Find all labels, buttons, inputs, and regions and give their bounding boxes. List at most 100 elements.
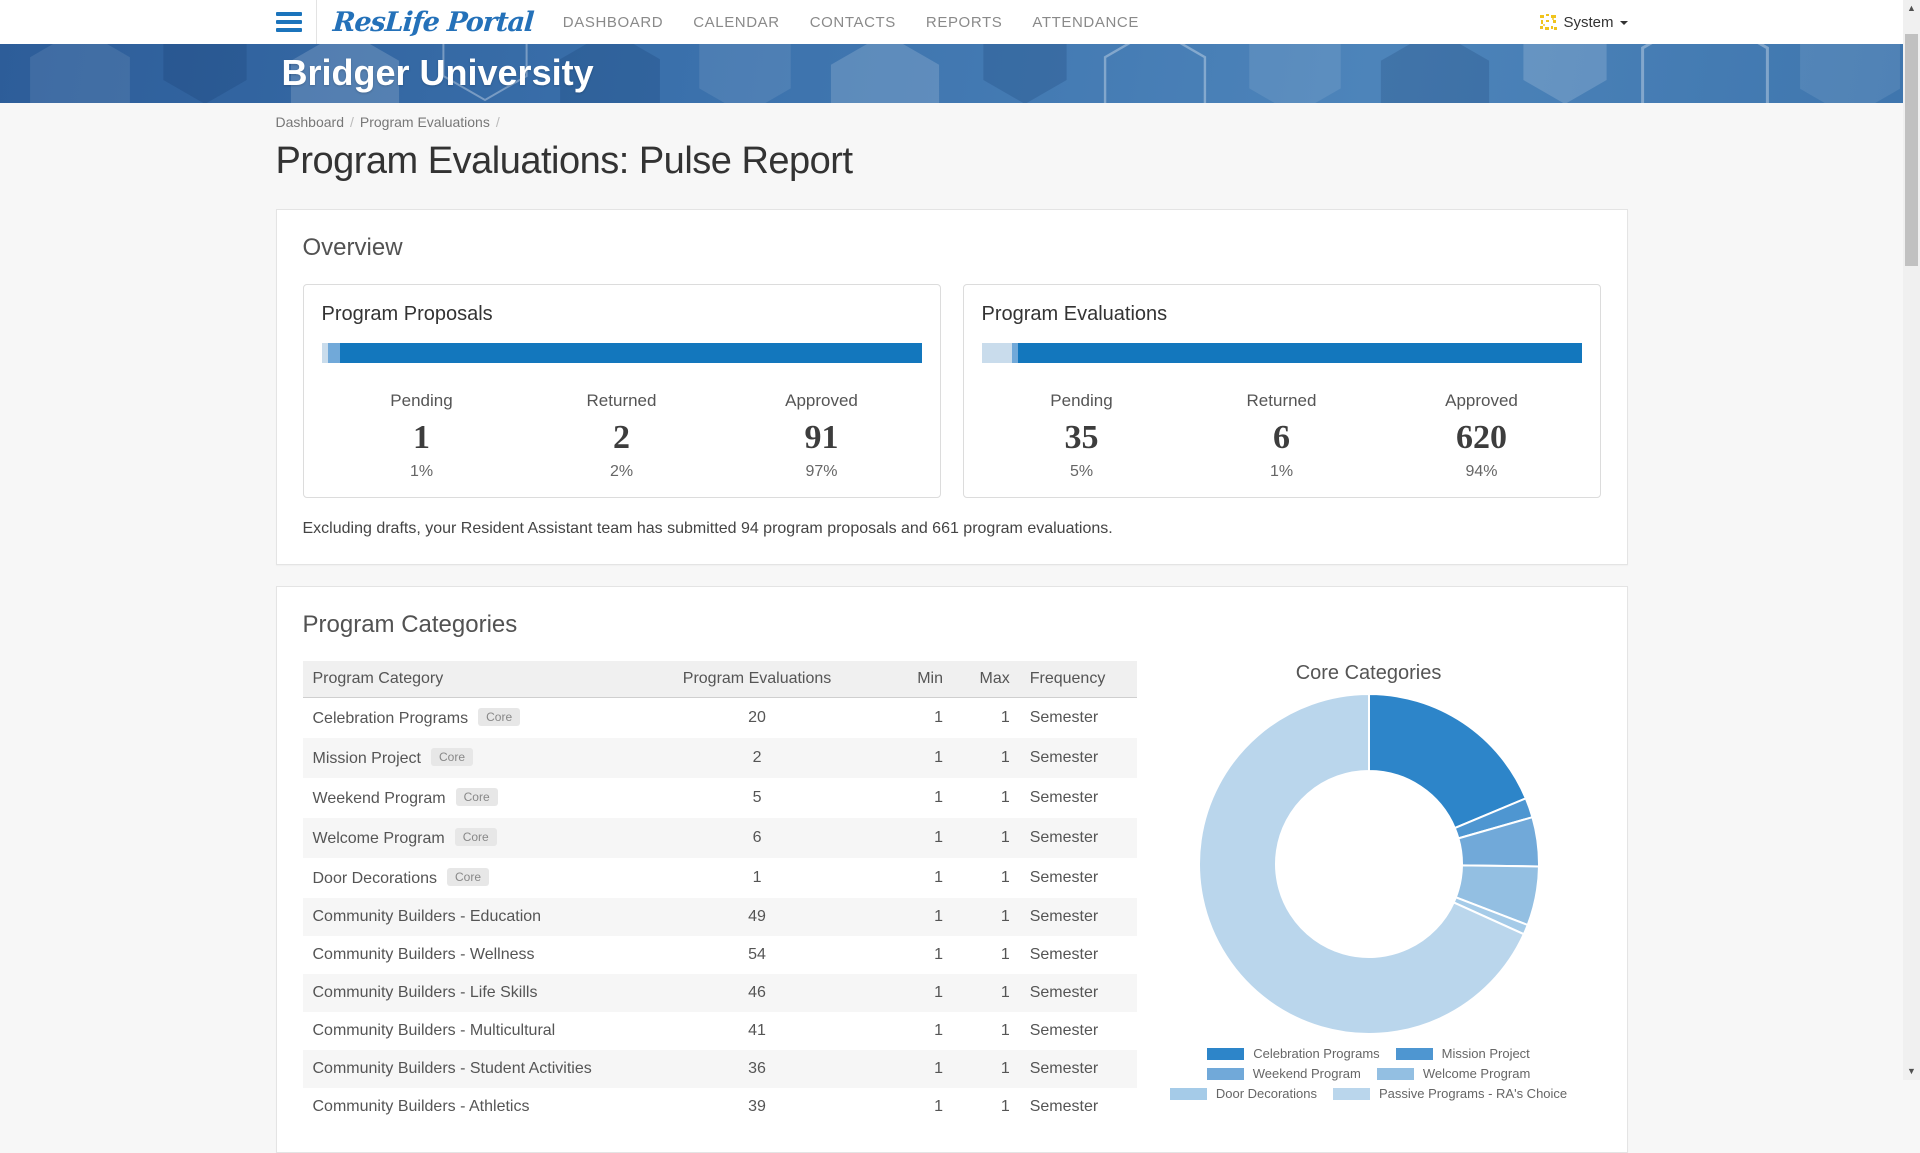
legend-row: Door Decorations Passive Programs - RA's … [1169, 1086, 1567, 1101]
program-categories-table: Program Category Program Evaluations Min Ma… [302, 661, 1137, 1126]
stat-value: 91 [804, 419, 839, 456]
nav-item-attendance[interactable]: ATTENDANCE [1032, 14, 1139, 31]
evaluations-cell: 6 [752, 829, 762, 846]
min-cell: 1 [934, 869, 943, 886]
core-badge: Core [455, 788, 498, 806]
table-row: Celebration Programs Core 20 1 1 Semester [303, 698, 1137, 739]
scrollbar-thumb[interactable] [1905, 34, 1918, 266]
max-cell: 1 [1000, 946, 1010, 963]
stat-pending: Pending 1 1% [322, 391, 522, 481]
nav-item-calendar[interactable]: CALENDAR [693, 14, 780, 31]
frequency-cell: Semester [1029, 984, 1099, 1001]
program-evaluations-card: Program Evaluations Pending 35 5% Returned 6 1… [962, 284, 1601, 498]
frequency-cell: Semester [1029, 946, 1099, 963]
category-name: Door Decorations [312, 870, 438, 887]
overview-cards: Program Proposals Pending 1 1% Returned 2 2% Ap… [302, 284, 1601, 498]
card-stats: Pending 1 1% Returned 2 2% Approved 91 97% [322, 391, 922, 481]
table-row: Community Builders - Life Skills 46 1 1 Seme… [302, 974, 1137, 1012]
category-name: Community Builders - Athletics [312, 1098, 530, 1115]
min-cell: 1 [934, 789, 943, 806]
core-badge: Core [447, 868, 490, 886]
program-proposals-card: Program Proposals Pending 1 1% Returned 2 2% Ap… [302, 284, 941, 498]
vertical-scrollbar[interactable]: ▲ ▼ [1903, 0, 1920, 1080]
category-name: Community Builders - Wellness [312, 946, 535, 963]
max-cell: 1 [1000, 869, 1010, 886]
column-header-min: Min [877, 661, 953, 698]
user-menu[interactable]: System [1540, 13, 1628, 31]
nav-item-contacts[interactable]: CONTACTS [810, 14, 896, 31]
frequency-cell: Semester [1029, 789, 1099, 806]
stat-returned: Returned 6 1% [1182, 391, 1382, 481]
frequency-cell: Semester [1029, 1060, 1099, 1077]
core-badge: Core [478, 708, 521, 726]
category-name: Community Builders - Education [312, 908, 542, 925]
table-row: Welcome Program Core 6 1 1 Semester [302, 818, 1137, 858]
stat-label: Returned [586, 391, 657, 410]
category-name-cell: Community Builders - Multicultural [303, 1012, 637, 1050]
min-cell: 1 [934, 1022, 943, 1039]
stat-percent: 1% [409, 463, 434, 480]
category-name: Community Builders - Life Skills [312, 984, 538, 1001]
breadcrumb-separator: / [350, 114, 354, 130]
min-cell: 1 [934, 946, 943, 963]
max-cell: 1 [1000, 908, 1010, 925]
table-row: Mission Project Core 2 1 1 Semester [302, 738, 1137, 778]
nav-item-dashboard[interactable]: DASHBOARD [563, 14, 663, 31]
brand-logo[interactable]: ResLife Portal [331, 7, 533, 38]
column-header-program-evaluations: Program Evaluations [636, 661, 878, 698]
legend-swatch [1395, 1047, 1433, 1060]
category-name-cell: Community Builders - Wellness [303, 936, 637, 974]
table-row: Community Builders - Education 49 1 1 Semest… [302, 898, 1137, 936]
bar-segment-returned [327, 343, 340, 363]
page: ResLife Portal DASHBOARD CALENDAR CONTACTS… [0, 0, 1903, 1153]
min-cell: 1 [934, 709, 943, 726]
overview-heading: Overview [302, 234, 403, 261]
evaluations-cell: 20 [748, 709, 766, 726]
main-nav: DASHBOARD CALENDAR CONTACTS REPORTS ATTENDAN… [563, 14, 1169, 31]
legend-swatch [1169, 1087, 1207, 1100]
stat-label: Pending [390, 391, 453, 410]
breadcrumb-link-program-evaluations[interactable]: Program Evaluations [360, 114, 490, 130]
min-cell: 1 [934, 1060, 943, 1077]
user-dropdown-label: System [1563, 13, 1614, 31]
bar-segment-pending [981, 343, 1012, 363]
table-row: Community Builders - Athletics 39 1 1 Semest… [303, 1088, 1137, 1126]
legend-item-celebration-programs: Celebration Programs [1207, 1046, 1380, 1061]
chart-title: Core Categories [1295, 662, 1442, 684]
legend-row: Weekend Program Welcome Program [1206, 1066, 1530, 1081]
university-name: Bridger University [281, 52, 594, 93]
max-cell: 1 [1000, 1060, 1010, 1077]
category-name: Mission Project [312, 750, 421, 767]
min-cell: 1 [934, 908, 943, 925]
max-cell: 1 [1000, 749, 1010, 766]
hamburger-menu-icon[interactable] [275, 10, 302, 34]
stat-pending: Pending 35 5% [982, 391, 1182, 481]
breadcrumb-link-dashboard[interactable]: Dashboard [276, 114, 345, 130]
bar-segment-approved [1017, 343, 1582, 363]
scrollbar-up-arrow-icon[interactable]: ▲ [1903, 0, 1920, 17]
min-cell: 1 [934, 1098, 943, 1115]
overview-panel: Overview Program Proposals Pending 1 1% Retu… [275, 209, 1628, 565]
frequency-cell: Semester [1029, 1098, 1099, 1115]
category-name-cell: Community Builders - Life Skills [303, 974, 637, 1012]
stat-percent: 1% [1269, 463, 1294, 480]
program-categories-panel: Program Categories Program Category Progr… [275, 586, 1628, 1153]
legend-label: Weekend Program [1252, 1066, 1361, 1081]
legend-label: Mission Project [1441, 1046, 1530, 1061]
donut-chart [1197, 693, 1540, 1035]
scrollbar-down-arrow-icon[interactable]: ▼ [1903, 1063, 1920, 1080]
legend-row: Celebration Programs Mission Project [1207, 1046, 1530, 1061]
stat-value: 35 [1064, 419, 1099, 456]
legend-item-weekend-program: Weekend Program [1206, 1066, 1361, 1081]
evaluations-cell: 46 [748, 984, 766, 1001]
page-title: Program Evaluations: Pulse Report [275, 140, 854, 182]
nav-item-reports[interactable]: REPORTS [926, 14, 1002, 31]
user-avatar-placeholder-icon [1540, 13, 1558, 30]
category-name: Celebration Programs [312, 710, 469, 727]
category-name-cell: Community Builders - Education [303, 898, 637, 936]
max-cell: 1 [1000, 984, 1010, 1001]
min-cell: 1 [934, 749, 943, 766]
stat-label: Pending [1050, 391, 1113, 410]
category-name: Community Builders - Student Activities [312, 1060, 592, 1077]
core-categories-chart: Core Categories Celebration Programs Miss… [1137, 661, 1601, 1101]
